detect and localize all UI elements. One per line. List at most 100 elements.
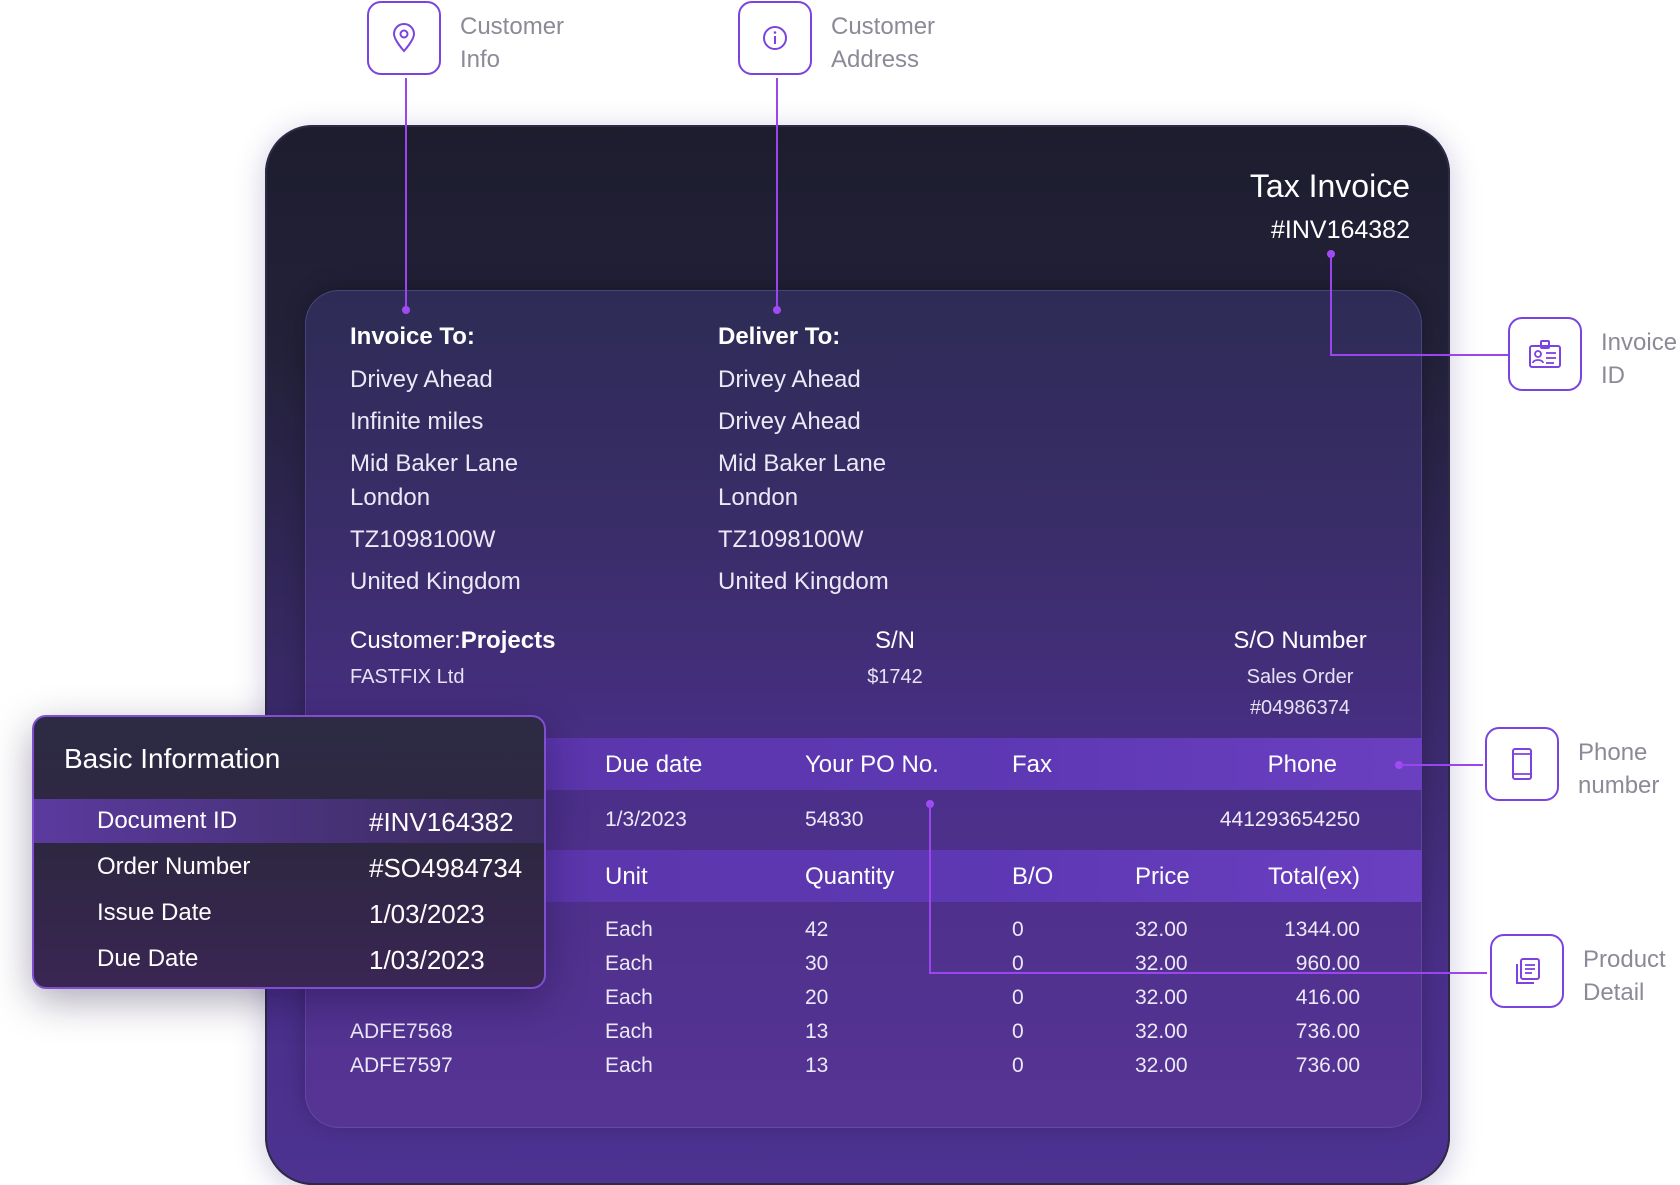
basic-info-value: #INV164382	[369, 807, 514, 837]
deliver-to-line: United Kingdom	[718, 568, 889, 595]
item-price: 32.00	[1135, 986, 1188, 1009]
item-unit: Each	[605, 1020, 653, 1043]
callout-label-line: Info	[460, 46, 501, 73]
customer-label-bold: Projects	[460, 627, 556, 654]
connector-customer-info	[405, 78, 407, 310]
so-value: Sales Order	[1246, 666, 1354, 688]
location-pin-icon	[392, 23, 416, 53]
header-unit: Unit	[605, 863, 648, 890]
deliver-to-line: TZ1098100W	[718, 526, 864, 553]
item-total: 1344.00	[1284, 918, 1360, 941]
item-unit: Each	[605, 918, 653, 941]
invoice-to-line: London	[350, 484, 431, 511]
connector-invoice-id-horizontal	[1330, 354, 1508, 356]
customer-label: Customer:Projects	[350, 627, 555, 655]
callout-label-line: Customer	[460, 13, 565, 40]
connector-product-vertical	[929, 804, 931, 974]
phone-value: 441293654250	[1219, 808, 1360, 831]
callout-label-line: ID	[1601, 362, 1625, 389]
callout-label-line: Phone	[1578, 739, 1648, 766]
item-code: ADFE7568	[350, 1020, 453, 1043]
so-label: S/O Number	[1233, 627, 1367, 654]
item-bo: 0	[1012, 1020, 1024, 1043]
item-unit: Each	[605, 952, 653, 975]
info-icon	[763, 26, 787, 50]
item-total: 416.00	[1295, 986, 1360, 1009]
callout-label-line: Invoice	[1601, 329, 1678, 356]
invoice-title: Tax Invoice	[1249, 168, 1410, 204]
item-price: 32.00	[1135, 1054, 1188, 1077]
invoice-to-line: United Kingdom	[350, 568, 521, 595]
product-detail-callout[interactable]	[1490, 934, 1564, 1008]
deliver-to-line: Drivey Ahead	[718, 408, 861, 435]
id-card-icon	[1529, 340, 1561, 368]
callout-label-line: Product	[1583, 946, 1666, 973]
basic-info-value: 1/03/2023	[369, 945, 485, 975]
phone-icon	[1512, 748, 1532, 780]
item-total: 736.00	[1295, 1020, 1360, 1043]
deliver-to-line: Mid Baker Lane	[718, 450, 887, 477]
invoice-number: #INV164382	[1270, 216, 1410, 244]
deliver-to-line: London	[718, 484, 799, 511]
customer-address-label: Customer Address	[831, 10, 935, 76]
deliver-to-heading: Deliver To:	[718, 323, 841, 350]
item-quantity: 42	[805, 918, 829, 941]
item-price: 32.00	[1135, 918, 1188, 941]
connector-invoice-id-vertical	[1330, 254, 1332, 356]
item-price: 32.00	[1135, 1020, 1188, 1043]
invoice-to-line: Infinite miles	[350, 408, 484, 435]
basic-info-label: Order Number	[97, 853, 251, 880]
item-bo: 0	[1012, 986, 1024, 1009]
product-detail-label: Product Detail	[1583, 943, 1666, 1009]
sn-label: S/N	[874, 627, 915, 654]
invoice-to-line: Drivey Ahead	[350, 366, 493, 393]
header-phone: Phone	[1267, 751, 1337, 778]
callout-label-line: Address	[831, 46, 920, 73]
callout-label-line: Customer	[831, 13, 936, 40]
invoice-to-line: Mid Baker Lane	[350, 450, 519, 477]
sn-value: $1742	[867, 666, 923, 688]
item-unit: Each	[605, 1054, 653, 1077]
customer-value: FASTFIX Ltd	[350, 666, 465, 688]
connector-dot	[773, 306, 781, 314]
callout-label-line: Detail	[1583, 979, 1645, 1006]
item-bo: 0	[1012, 918, 1024, 941]
basic-info-row-issue-date[interactable]: Issue Date 1/03/2023	[34, 891, 544, 935]
invoice-id-callout[interactable]	[1508, 317, 1582, 391]
deliver-to-line: Drivey Ahead	[718, 366, 861, 393]
customer-info-label: Customer Info	[460, 10, 564, 76]
connector-dot	[402, 306, 410, 314]
connector-customer-address	[776, 78, 778, 310]
customer-info-callout[interactable]	[367, 1, 441, 75]
item-quantity: 13	[805, 1020, 829, 1043]
basic-info-row-document-id[interactable]: Document ID #INV164382	[34, 799, 544, 843]
header-quantity: Quantity	[805, 863, 895, 890]
item-total: 736.00	[1295, 1054, 1360, 1077]
header-po-number: Your PO No.	[805, 751, 939, 778]
so-number: #04986374	[1249, 697, 1351, 719]
header-bo: B/O	[1012, 863, 1054, 890]
item-quantity: 30	[805, 952, 829, 975]
customer-address-callout[interactable]	[738, 1, 812, 75]
header-due-date: Due date	[605, 751, 703, 778]
basic-info-row-order-number[interactable]: Order Number #SO4984734	[34, 845, 544, 889]
basic-information-panel: Basic Information Document ID #INV164382…	[32, 715, 546, 989]
item-quantity: 20	[805, 986, 829, 1009]
basic-information-title: Basic Information	[64, 743, 281, 774]
basic-info-value: #SO4984734	[369, 853, 523, 883]
item-unit: Each	[605, 986, 653, 1009]
basic-info-label: Issue Date	[97, 899, 212, 926]
basic-info-label: Document ID	[97, 807, 238, 834]
due-date-value: 1/3/2023	[605, 808, 687, 831]
basic-info-row-due-date[interactable]: Due Date 1/03/2023	[34, 937, 544, 981]
phone-number-label: Phone number	[1578, 736, 1659, 802]
document-icon	[1516, 958, 1540, 984]
header-total: Total(ex)	[1267, 863, 1360, 890]
connector-product-horizontal	[929, 972, 1487, 974]
phone-number-callout[interactable]	[1485, 727, 1559, 801]
callout-label-line: number	[1578, 772, 1660, 799]
item-code: ADFE7597	[350, 1054, 453, 1077]
header-price: Price	[1135, 863, 1190, 890]
invoice-id-label: Invoice ID	[1601, 326, 1677, 392]
basic-info-value: 1/03/2023	[369, 899, 485, 929]
